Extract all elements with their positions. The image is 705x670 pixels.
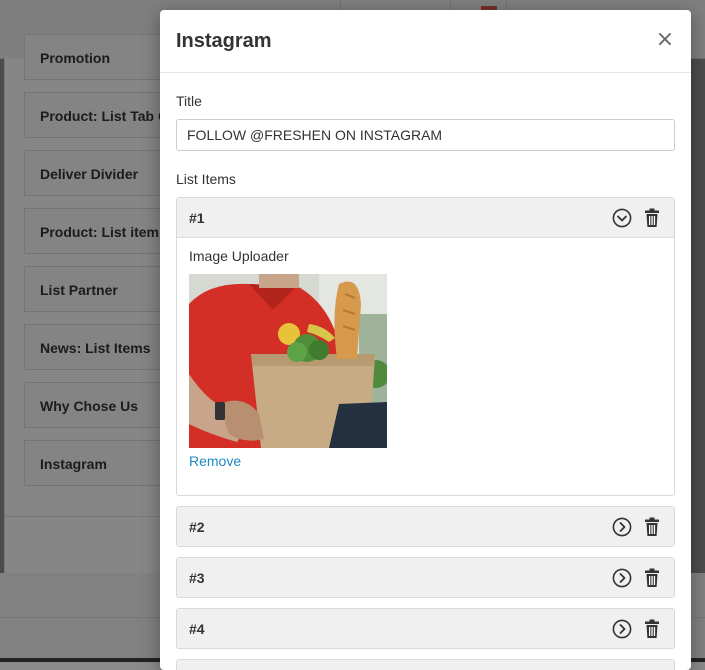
- list-item: #4: [176, 608, 675, 649]
- list-item-header[interactable]: #4: [177, 609, 674, 648]
- list-item: #2: [176, 506, 675, 547]
- modal-body: Title List Items #1: [160, 93, 691, 670]
- chevron-right-circle-icon[interactable]: [612, 619, 632, 639]
- list-item: [176, 659, 675, 670]
- trash-icon[interactable]: [644, 619, 660, 639]
- remove-image-link[interactable]: Remove: [189, 453, 241, 469]
- trash-icon[interactable]: [644, 517, 660, 537]
- modal-header: Instagram ×: [160, 10, 691, 73]
- uploaded-image[interactable]: [189, 274, 387, 448]
- chevron-down-circle-icon[interactable]: [612, 208, 632, 228]
- list-item-title: #3: [189, 570, 205, 586]
- list-item-header[interactable]: #2: [177, 507, 674, 546]
- list-item-body: Image Uploader Remove: [177, 238, 674, 495]
- chevron-right-circle-icon[interactable]: [612, 517, 632, 537]
- modal-title: Instagram: [176, 30, 272, 52]
- list-item-header[interactable]: #1: [177, 198, 674, 238]
- trash-icon[interactable]: [644, 568, 660, 588]
- list-item-header[interactable]: #3: [177, 558, 674, 597]
- list-item-title: #1: [189, 210, 205, 226]
- title-field-label: Title: [176, 93, 202, 109]
- image-uploader-label: Image Uploader: [189, 248, 289, 264]
- close-button[interactable]: ×: [655, 28, 675, 52]
- list-items-label: List Items: [176, 171, 236, 187]
- list-item-title: #2: [189, 519, 205, 535]
- trash-icon[interactable]: [644, 208, 660, 228]
- list-item-title: #4: [189, 621, 205, 637]
- chevron-right-circle-icon[interactable]: [612, 568, 632, 588]
- instagram-modal: Instagram × Title List Items #1: [160, 10, 691, 670]
- list-item: #1 Image Uploader Remove: [176, 197, 675, 496]
- list-item: #3: [176, 557, 675, 598]
- title-input[interactable]: [176, 119, 675, 151]
